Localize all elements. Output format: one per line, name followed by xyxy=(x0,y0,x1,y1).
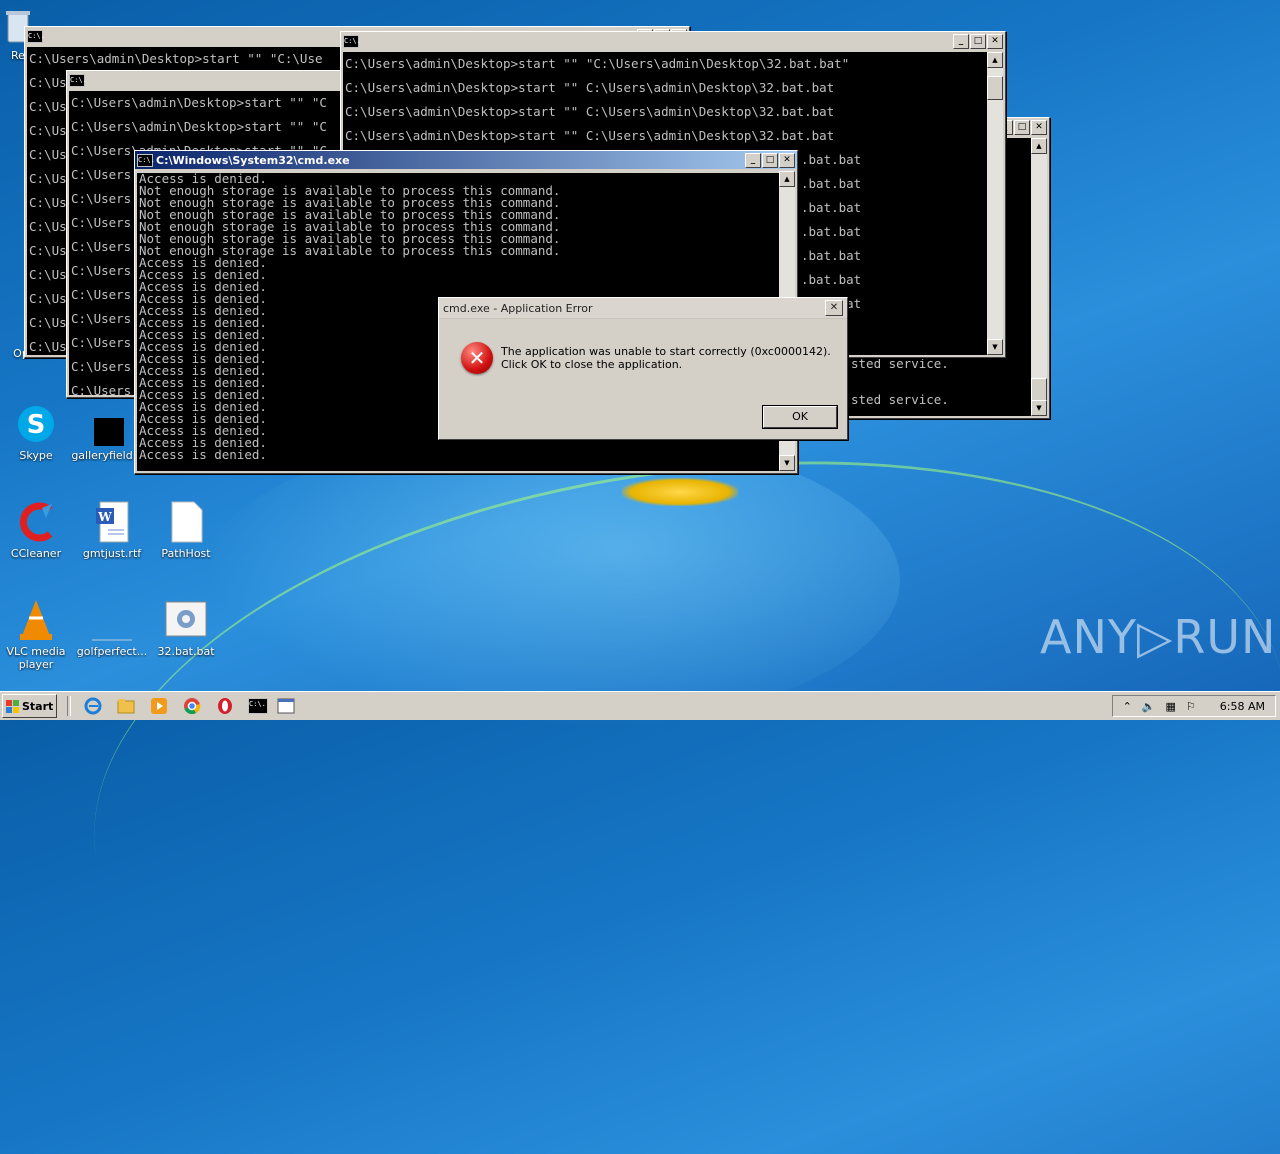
console-icon: C:\. xyxy=(137,153,155,167)
file-icon xyxy=(90,598,134,642)
console-icon: C:\. xyxy=(69,73,87,87)
maximize-icon[interactable]: □ xyxy=(762,152,778,168)
close-icon[interactable]: ✕ xyxy=(1031,119,1047,135)
anyrun-watermark: ANY▷RUN xyxy=(1040,610,1277,664)
scroll-down-icon[interactable]: ▼ xyxy=(1031,400,1047,416)
console-icon: C:\. xyxy=(343,34,361,48)
desktop-icon-vlc[interactable]: VLC media player xyxy=(0,598,72,671)
scroll-down-icon[interactable]: ▼ xyxy=(987,339,1003,355)
wallpaper-flower xyxy=(622,478,738,506)
svg-text:W: W xyxy=(97,510,112,524)
taskbar-separator xyxy=(67,696,71,716)
ok-button[interactable]: OK xyxy=(762,405,838,429)
minimize-icon[interactable]: _ xyxy=(953,33,969,49)
media-player-icon[interactable] xyxy=(148,695,170,717)
show-hidden-icons-icon[interactable]: ⌃ xyxy=(1123,700,1132,713)
vertical-scrollbar[interactable]: ▲ ▼ xyxy=(987,52,1003,355)
dialog-message: The application was unable to start corr… xyxy=(501,345,831,371)
network-icon[interactable]: ▦ xyxy=(1166,700,1176,713)
scroll-up-icon[interactable]: ▲ xyxy=(987,52,1003,68)
window-title: C:\Windows\System32\cmd.exe xyxy=(156,153,350,167)
desktop-icon-galleryfield[interactable]: galleryfield xyxy=(66,402,138,462)
internet-explorer-icon[interactable] xyxy=(82,695,104,717)
desktop-icon-32-bat[interactable]: 32.bat.bat xyxy=(150,598,222,658)
clock[interactable]: 6:58 AM xyxy=(1220,700,1265,713)
cmd-taskbar-icon[interactable]: C:\. xyxy=(247,695,269,717)
title-bar[interactable]: C:\. _□✕ xyxy=(341,32,1005,50)
console-icon: C:\. xyxy=(27,29,45,43)
dialog-title: cmd.exe - Application Error xyxy=(443,301,593,315)
vlc-icon xyxy=(14,598,58,642)
volume-icon[interactable]: 🔈 xyxy=(1142,700,1156,713)
start-button[interactable]: Start xyxy=(2,694,57,718)
close-icon[interactable]: ✕ xyxy=(779,152,795,168)
error-icon: ✕ xyxy=(461,342,493,374)
scroll-up-icon[interactable]: ▲ xyxy=(779,171,795,187)
file-explorer-icon[interactable] xyxy=(115,695,137,717)
windows-logo-icon xyxy=(6,699,19,713)
system-tray: ⌃ 🔈 ▦ ⚐ 6:58 AM xyxy=(1111,695,1276,717)
desktop-icon-skype[interactable]: S Skype xyxy=(0,402,72,462)
dialog-title-bar[interactable]: cmd.exe - Application Error ✕ xyxy=(439,298,847,319)
application-error-dialog[interactable]: cmd.exe - Application Error ✕ ✕ The appl… xyxy=(438,297,848,440)
batch-file-icon xyxy=(164,598,208,642)
scroll-down-icon[interactable]: ▼ xyxy=(779,455,795,471)
opera-taskbar-icon[interactable] xyxy=(214,695,236,717)
file-icon xyxy=(80,402,124,446)
taskbar: Start C:\. ⌃ 🔈 ▦ ⚐ 6:58 AM xyxy=(0,691,1280,720)
action-center-flag-icon[interactable]: ⚐ xyxy=(1186,700,1196,713)
blank-file-icon xyxy=(164,500,208,544)
application-window-icon[interactable] xyxy=(275,695,297,717)
scroll-thumb[interactable] xyxy=(1031,378,1047,402)
desktop-icon-gmtjust-rtf[interactable]: W gmtjust.rtf xyxy=(76,500,148,560)
title-bar[interactable]: C:\. C:\Windows\System32\cmd.exe _ □ ✕ xyxy=(135,151,797,169)
desktop-icon-pathhost[interactable]: PathHost xyxy=(150,500,222,560)
vertical-scrollbar[interactable]: ▲ ▼ xyxy=(1031,138,1047,416)
chrome-icon[interactable] xyxy=(181,695,203,717)
scroll-up-icon[interactable]: ▲ xyxy=(1031,138,1047,154)
desktop-icon-ccleaner[interactable]: CCleaner xyxy=(0,500,72,560)
maximize-icon[interactable]: □ xyxy=(1014,119,1030,135)
word-document-icon: W xyxy=(90,500,134,544)
ccleaner-icon xyxy=(14,500,58,544)
minimize-icon[interactable]: _ xyxy=(745,152,761,168)
maximize-icon[interactable]: □ xyxy=(970,33,986,49)
skype-icon: S xyxy=(14,402,58,446)
desktop-icon-golfperfect[interactable]: golfperfect... xyxy=(76,598,148,658)
close-icon[interactable]: ✕ xyxy=(825,300,843,316)
scroll-thumb[interactable] xyxy=(987,76,1003,100)
svg-text:S: S xyxy=(27,410,46,440)
close-icon[interactable]: ✕ xyxy=(987,33,1003,49)
